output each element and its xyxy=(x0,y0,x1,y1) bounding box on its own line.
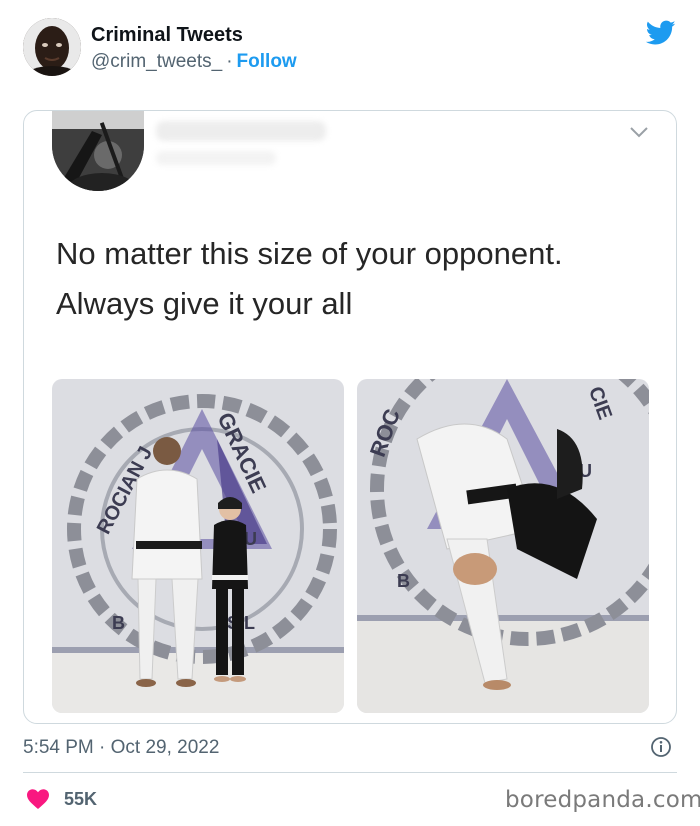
embedded-avatar xyxy=(52,111,144,191)
svg-text:B: B xyxy=(112,613,125,633)
tweet-timestamp[interactable]: 5:54 PM · Oct 29, 2022 xyxy=(23,737,219,759)
photo-posing: GRACIE ROCIAN J SU B SIL xyxy=(52,379,344,713)
author-avatar[interactable] xyxy=(23,18,81,76)
like-count[interactable]: 55K xyxy=(64,789,97,810)
watermark-text: boredpanda.com xyxy=(505,787,700,813)
author-name[interactable]: Criminal Tweets xyxy=(91,24,243,47)
author-handle[interactable]: @crim_tweets_ xyxy=(91,51,222,72)
tweet-card: Criminal Tweets @crim_tweets_ · Follow No … xyxy=(0,0,700,826)
author-handle-row: @crim_tweets_ · Follow xyxy=(91,51,297,73)
chevron-down-icon xyxy=(630,127,648,138)
embedded-tweet-text: No matter this size of your opponent. Al… xyxy=(56,229,656,329)
footer-divider xyxy=(23,772,677,773)
heart-icon[interactable] xyxy=(26,788,50,810)
embedded-text-line-2: Always give it your all xyxy=(56,286,353,321)
info-icon[interactable] xyxy=(650,736,672,758)
blurred-handle xyxy=(156,151,276,165)
photo-kick: ROC CIE SU B xyxy=(357,379,649,713)
embedded-tweet-image: No matter this size of your opponent. Al… xyxy=(23,110,677,724)
blurred-display-name xyxy=(156,121,326,141)
twitter-bird-icon[interactable] xyxy=(646,20,676,46)
embedded-text-line-1: No matter this size of your opponent. xyxy=(56,236,563,271)
follow-button[interactable]: Follow xyxy=(237,51,297,72)
separator-dot: · xyxy=(226,51,233,72)
svg-text:B: B xyxy=(397,571,410,591)
